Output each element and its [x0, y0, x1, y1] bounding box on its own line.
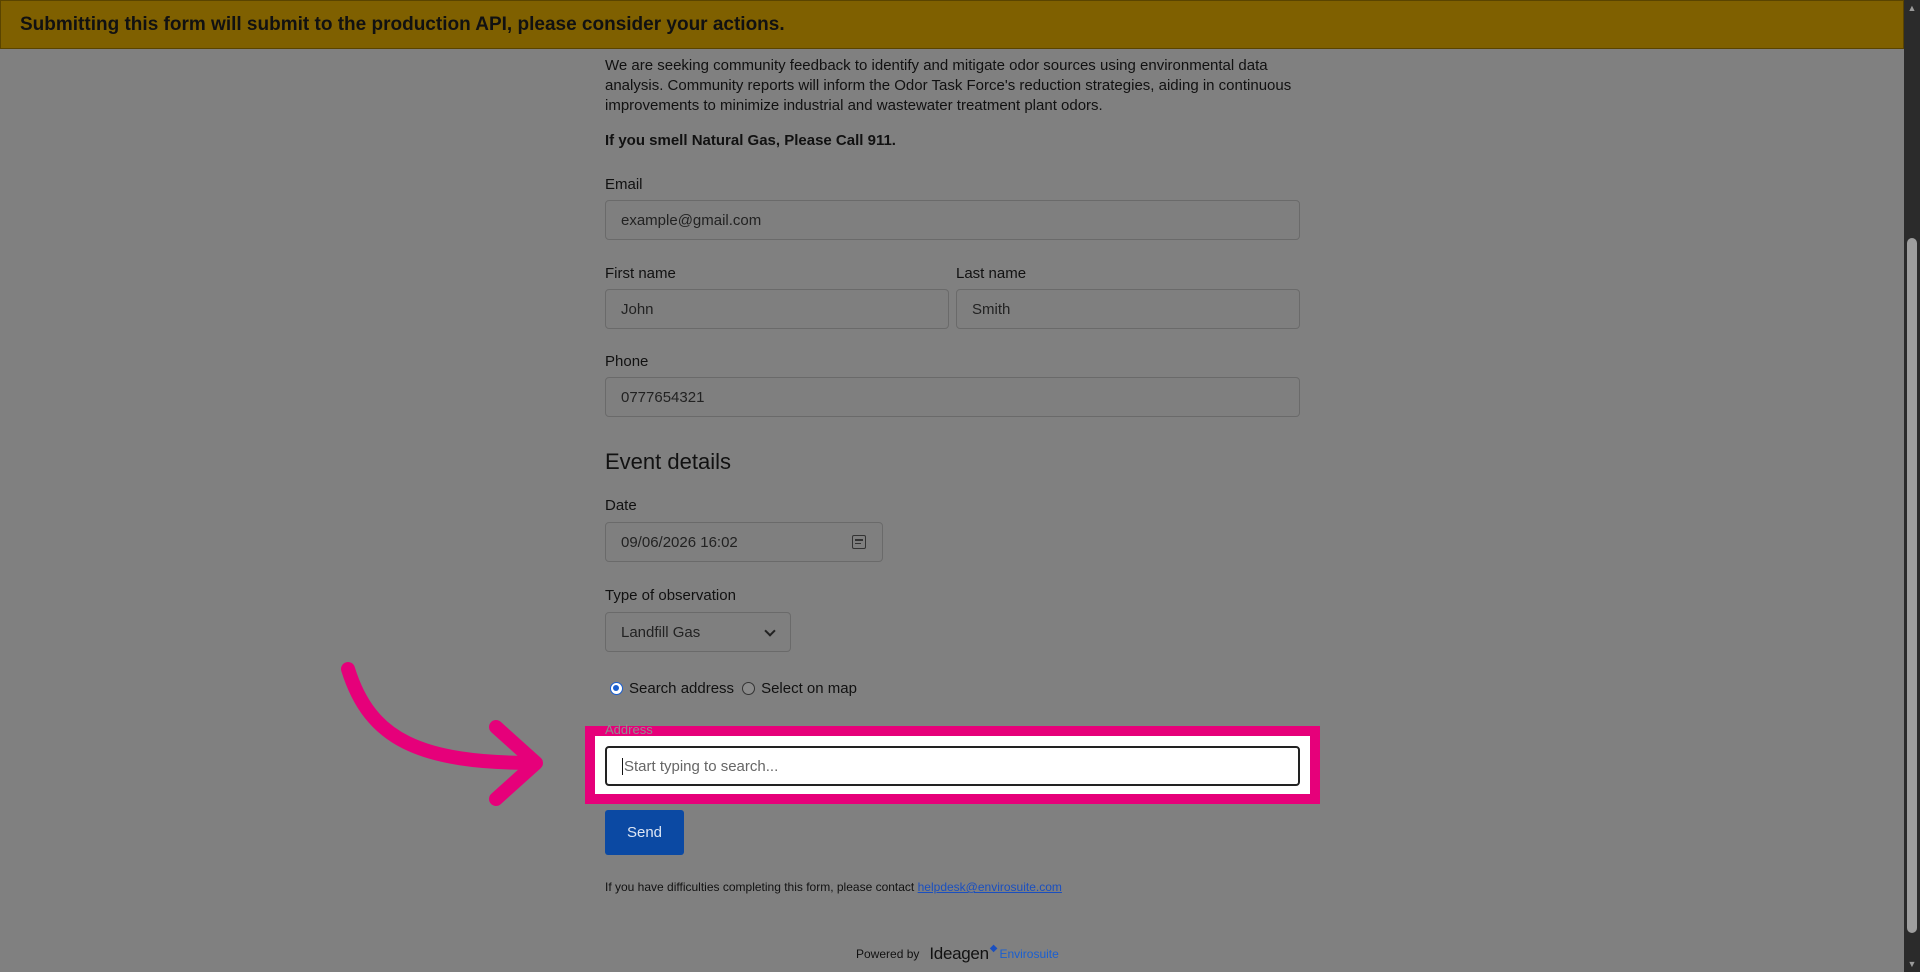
gas-warning: If you smell Natural Gas, Please Call 91…	[605, 132, 896, 149]
first-name-placeholder: John	[621, 300, 654, 318]
address-placeholder: Start typing to search...	[624, 757, 779, 775]
select-on-map-label[interactable]: Select on map	[761, 680, 857, 697]
date-field[interactable]: 09/06/2026 16:02	[605, 522, 883, 562]
ideagen-logo: Ideagen	[929, 944, 989, 963]
scroll-up-icon[interactable]: ▲	[1904, 0, 1920, 16]
arrow-shaft	[341, 662, 542, 770]
last-name-field[interactable]: Smith	[956, 289, 1300, 329]
production-warning-banner: Submitting this form will submit to the …	[0, 0, 1904, 49]
send-button[interactable]: Send	[605, 810, 684, 855]
email-field[interactable]: example@gmail.com	[605, 200, 1300, 240]
phone-field[interactable]: 0777654321	[605, 377, 1300, 417]
text-caret	[622, 757, 623, 775]
event-details-heading: Event details	[605, 449, 731, 474]
vertical-scrollbar[interactable]: ▲ ▼	[1904, 0, 1920, 972]
select-on-map-radio[interactable]	[742, 682, 756, 695]
phone-placeholder: 0777654321	[621, 388, 705, 406]
search-address-label[interactable]: Search address	[629, 680, 734, 697]
last-name-label: Last name	[956, 265, 1027, 282]
powered-by-footer: Powered by Ideagen ◆ Envirosuite	[856, 942, 1059, 964]
observation-type-label: Type of observation	[605, 587, 736, 604]
intro-text: We are seeking community feedback to ide…	[605, 57, 1292, 114]
banner-text: Submitting this form will submit to the …	[20, 13, 785, 35]
phone-label: Phone	[605, 353, 649, 370]
email-placeholder: example@gmail.com	[621, 211, 762, 229]
observation-type-value: Landfill Gas	[621, 623, 701, 641]
pointer-arrow-annotation	[341, 662, 543, 806]
help-message: If you have difficulties completing this…	[605, 880, 915, 894]
address-search-input[interactable]: Start typing to search...	[605, 746, 1300, 786]
helpdesk-email-link[interactable]: helpdesk@envirosuite.com	[918, 880, 1062, 894]
search-address-radio[interactable]	[610, 682, 623, 695]
brand-mark-icon: ◆	[989, 942, 998, 954]
date-value: 09/06/2026 16:02	[621, 533, 738, 551]
date-label: Date	[605, 497, 637, 514]
envirosuite-logo: Envirosuite	[999, 947, 1059, 961]
chevron-down-icon	[764, 625, 776, 637]
calendar-icon[interactable]	[852, 535, 866, 549]
first-name-label: First name	[605, 265, 676, 282]
scrollbar-thumb[interactable]	[1907, 238, 1917, 933]
help-text: If you have difficulties completing this…	[605, 880, 1062, 894]
powered-by-label: Powered by	[856, 947, 920, 961]
first-name-field[interactable]: John	[605, 289, 949, 329]
email-label: Email	[605, 176, 643, 193]
location-mode-group: Search address Select on map	[610, 680, 865, 697]
last-name-placeholder: Smith	[972, 300, 1011, 318]
address-label: Address	[605, 722, 653, 737]
scroll-down-icon[interactable]: ▼	[1904, 956, 1920, 972]
observation-type-select[interactable]: Landfill Gas	[605, 612, 791, 652]
